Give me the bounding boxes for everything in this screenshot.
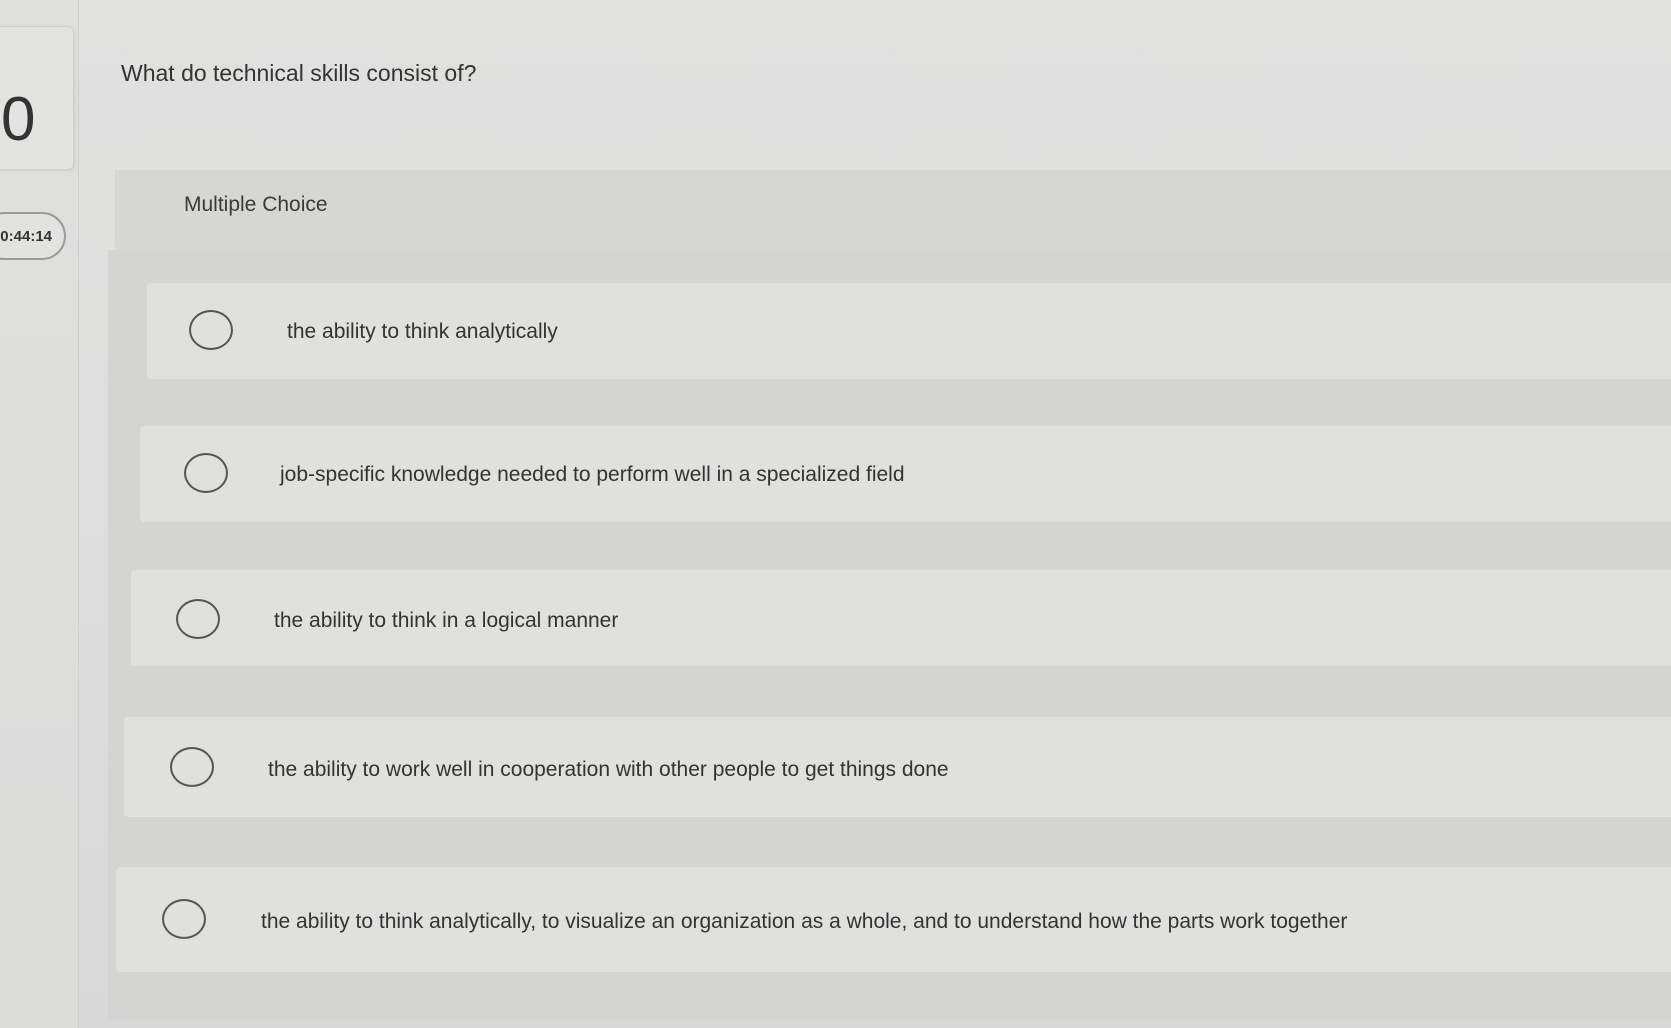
question-page: 0 0:44:14 What do technical skills consi… — [0, 0, 1671, 1028]
question-type-band — [115, 170, 1671, 250]
radio-unselected-icon[interactable] — [176, 599, 220, 639]
timer-badge: 0:44:14 — [0, 212, 66, 260]
radio-unselected-icon[interactable] — [189, 310, 233, 350]
answer-option-2[interactable]: job-specific knowledge needed to perform… — [140, 426, 1671, 522]
question-number-box: 0 — [0, 26, 74, 170]
answer-option-1[interactable]: the ability to think analytically — [147, 283, 1671, 379]
answer-option-label: the ability to think analytically, to vi… — [261, 910, 1348, 933]
question-type-label: Multiple Choice — [184, 193, 328, 216]
radio-unselected-icon[interactable] — [162, 899, 206, 939]
question-prompt: What do technical skills consist of? — [121, 60, 477, 86]
question-rail: 0 0:44:14 — [0, 0, 79, 1028]
question-number: 0 — [1, 85, 36, 154]
answer-option-label: the ability to think in a logical manner — [274, 609, 619, 632]
answer-option-label: job-specific knowledge needed to perform… — [280, 463, 905, 486]
radio-unselected-icon[interactable] — [184, 453, 228, 493]
answer-option-3[interactable]: the ability to think in a logical manner — [131, 570, 1671, 666]
answer-option-label: the ability to work well in cooperation … — [268, 758, 949, 781]
answer-option-label: the ability to think analytically — [287, 320, 558, 343]
answer-option-4[interactable]: the ability to work well in cooperation … — [124, 717, 1671, 817]
answer-option-5[interactable]: the ability to think analytically, to vi… — [116, 867, 1671, 972]
radio-unselected-icon[interactable] — [170, 747, 214, 787]
